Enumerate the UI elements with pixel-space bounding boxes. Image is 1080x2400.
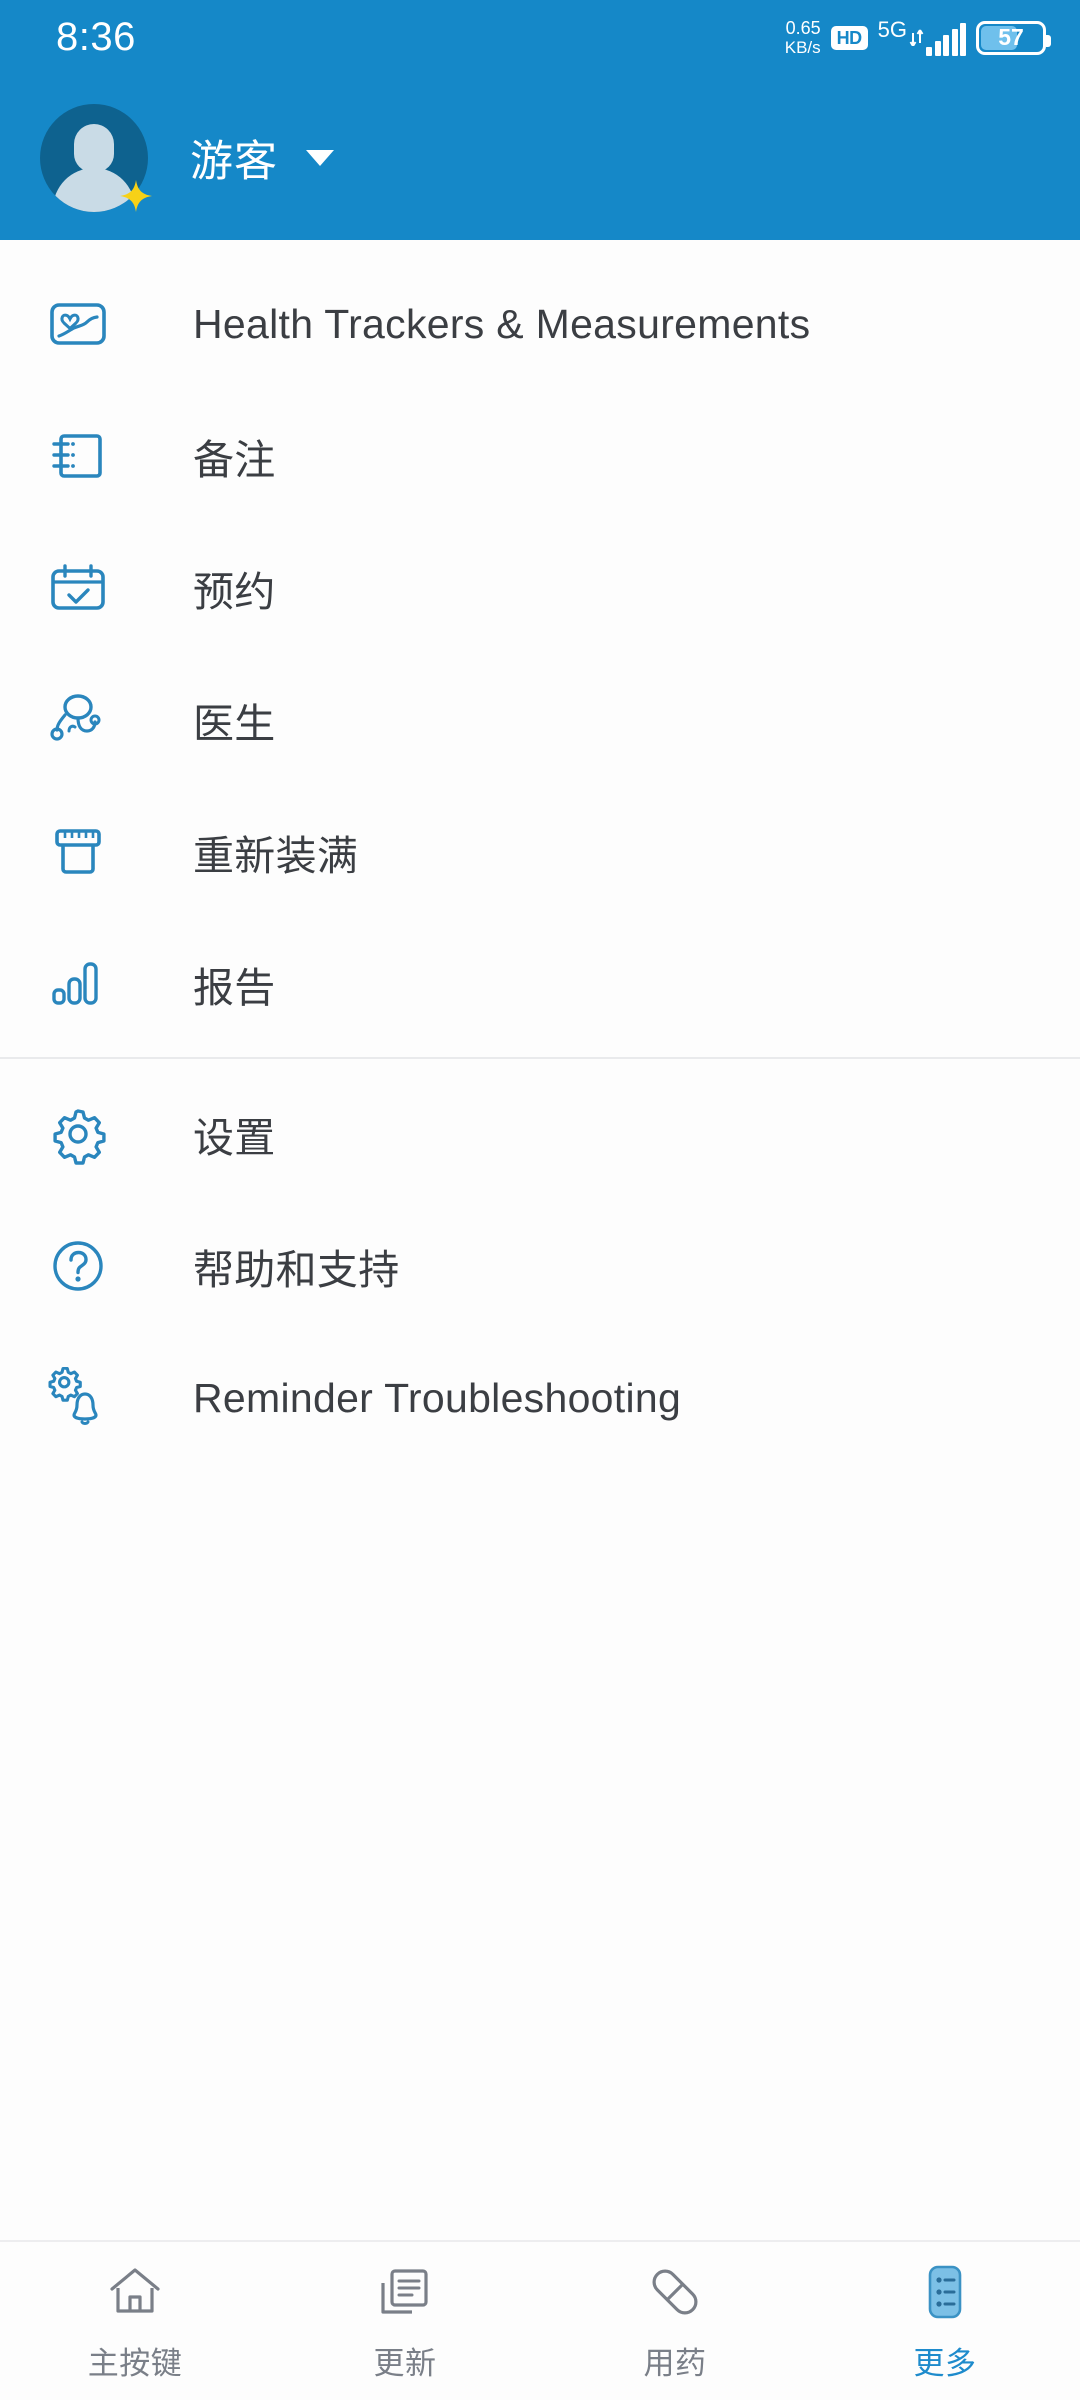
nav-item-home[interactable]: 主按键 [0, 2242, 270, 2400]
menu-item-label: 重新装满 [193, 833, 359, 879]
network-speed-value: 0.65 [785, 17, 821, 38]
nav-item-label: 更新 [373, 2345, 437, 2381]
question-circle-icon [45, 1233, 111, 1299]
calendar-check-icon [45, 555, 111, 621]
menu-list: Health Trackers & Measurements 备注 预约 医生 … [0, 240, 1080, 2240]
pill-bottle-icon [45, 819, 111, 885]
nav-item-label: 用药 [643, 2345, 707, 2381]
menu-item-help-support[interactable]: 帮助和支持 [0, 1200, 1080, 1332]
menu-item-doctors[interactable]: 医生 [0, 654, 1080, 786]
menu-item-label: 医生 [193, 701, 276, 747]
battery-percent-label: 57 [998, 24, 1024, 50]
nav-item-medications[interactable]: 用药 [540, 2242, 810, 2400]
status-bar: 8:36 0.65 KB/s HD 5G 57 [0, 0, 1080, 75]
app-screen: 8:36 0.65 KB/s HD 5G 57 游客 Health Tracke… [0, 0, 1080, 2400]
menu-item-reports[interactable]: 报告 [0, 918, 1080, 1050]
notes-icon [45, 423, 111, 489]
home-icon [106, 2260, 164, 2324]
network-speed-indicator: 0.65 KB/s [784, 17, 821, 57]
health-tracker-icon [45, 291, 111, 357]
nav-item-label: 更多 [913, 2345, 977, 2381]
nav-item-more[interactable]: 更多 [810, 2242, 1080, 2400]
gear-bell-icon [45, 1365, 111, 1431]
menu-item-appointments[interactable]: 预约 [0, 522, 1080, 654]
signal-indicator: 5G [877, 16, 966, 56]
gear-icon [45, 1101, 111, 1167]
menu-item-label: Reminder Troubleshooting [193, 1374, 682, 1421]
status-bar-clock: 8:36 [56, 15, 136, 59]
data-transfer-arrows-icon [909, 26, 924, 56]
capsule-icon [646, 2260, 704, 2324]
bottom-navigation-bar: 主按键 更新 用药 更多 [0, 2240, 1080, 2400]
list-more-icon [916, 2260, 974, 2324]
menu-item-label: 报告 [193, 965, 276, 1011]
profile-header[interactable]: 游客 [0, 75, 1080, 240]
status-bar-indicators: 0.65 KB/s HD 5G 57 [784, 16, 1051, 57]
hd-badge-icon: HD [830, 25, 868, 50]
menu-group-primary: Health Trackers & Measurements 备注 预约 医生 … [0, 258, 1080, 1050]
network-speed-unit: KB/s [784, 37, 821, 57]
doctor-icon [45, 687, 111, 753]
refill-documents-icon [376, 2260, 434, 2324]
network-type-label: 5G [877, 16, 907, 42]
sparkle-icon [120, 179, 152, 212]
nav-item-updates[interactable]: 更新 [270, 2242, 540, 2400]
menu-item-label: Health Trackers & Measurements [193, 300, 811, 347]
avatar[interactable] [40, 103, 152, 212]
profile-username: 游客 [190, 137, 278, 186]
menu-item-refill[interactable]: 重新装满 [0, 786, 1080, 918]
menu-divider [0, 1057, 1080, 1059]
menu-item-label: 帮助和支持 [193, 1247, 400, 1293]
menu-item-settings[interactable]: 设置 [0, 1068, 1080, 1200]
menu-item-label: 备注 [193, 437, 276, 483]
bar-chart-icon [45, 951, 111, 1017]
signal-bars-icon [926, 22, 966, 56]
menu-item-notes[interactable]: 备注 [0, 390, 1080, 522]
menu-item-health-trackers[interactable]: Health Trackers & Measurements [0, 258, 1080, 390]
nav-item-label: 主按键 [87, 2345, 183, 2381]
battery-icon: 57 [976, 20, 1051, 55]
menu-item-reminder-troubleshooting[interactable]: Reminder Troubleshooting [0, 1332, 1080, 1464]
menu-item-label: 预约 [193, 569, 276, 615]
chevron-down-icon[interactable] [306, 149, 334, 166]
menu-group-secondary: 设置 帮助和支持 Reminder Troubleshooting [0, 1068, 1080, 1464]
menu-item-label: 设置 [193, 1115, 276, 1161]
